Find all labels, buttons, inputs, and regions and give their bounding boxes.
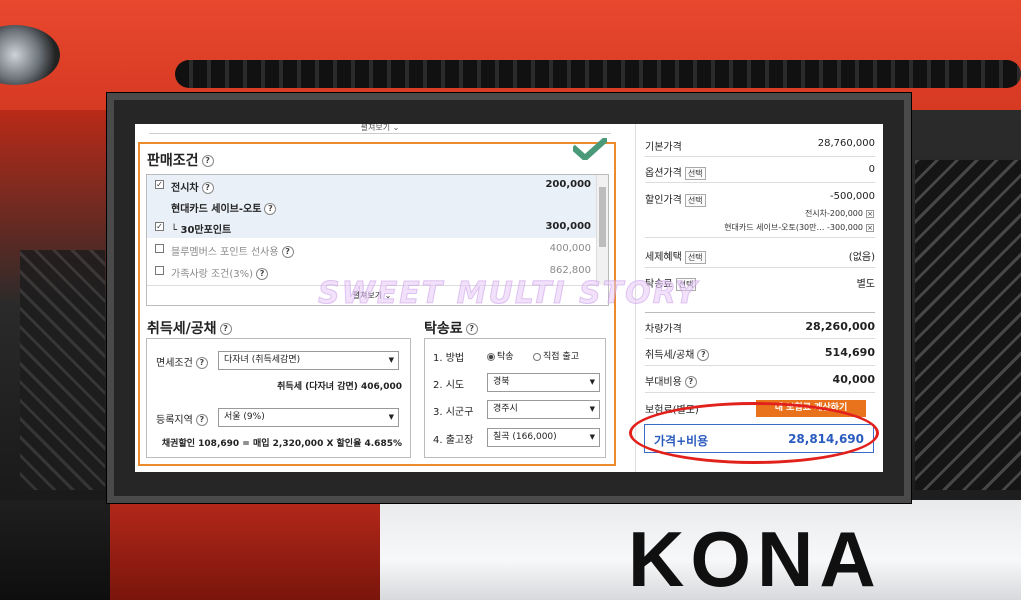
help-icon[interactable]: ? (697, 349, 710, 361)
options-panel: 펼쳐보기 ⌄ 판매조건? ✓ 전시차? 200,000 현대카드 세이브-오토?… (135, 124, 623, 472)
list-item: 현대카드 세이브-오토? (147, 196, 597, 217)
method-radio-2[interactable]: 직접 출고 (533, 349, 579, 362)
plate-text: KONA (628, 515, 882, 600)
method-label: 1. 방법 (433, 353, 465, 364)
help-icon[interactable]: ? (465, 323, 478, 335)
delivery-title: 탁송료? (424, 318, 478, 338)
bond-note: 채권할인 108,690 = 매입 2,320,000 X 할인율 4.685% (161, 439, 402, 449)
city-label: 3. 시군구 (433, 407, 474, 418)
sales-title: 판매조건? (147, 150, 214, 170)
delivery-box: 1. 방법 탁송 직접 출고 2. 시도 경북 ▼ 3. 시군구 경주시 ▼ 4. … (424, 338, 606, 458)
province-label: 2. 시도 (433, 380, 465, 391)
scroll-thumb[interactable] (599, 187, 606, 247)
checkbox[interactable] (155, 244, 164, 253)
help-icon[interactable]: ? (684, 376, 697, 388)
car-price-row: 차량가격 28,260,000 (645, 320, 875, 335)
car-upper-grille (175, 60, 1021, 88)
divider (645, 156, 875, 157)
base-price-row: 기본가격 28,760,000 (645, 138, 875, 153)
acq-tax-row: 취득세/공채? 514,690 (645, 346, 875, 361)
help-icon[interactable]: ? (195, 357, 208, 369)
fold-toggle[interactable]: 펼쳐보기 ⌄ (147, 285, 597, 305)
car-left-grille (20, 250, 105, 490)
divider (645, 182, 875, 183)
region-label: 등록지역? (156, 411, 208, 426)
help-icon[interactable]: ? (201, 155, 214, 167)
chevron-down-icon: ▼ (589, 378, 595, 386)
car-right-grille (915, 160, 1021, 490)
factory-label: 4. 출고장 (433, 435, 474, 446)
checkbox[interactable] (155, 266, 164, 275)
exempt-select[interactable]: 다자녀 (취득세감면) ▼ (218, 351, 399, 370)
exempt-label: 면세조건? (156, 354, 208, 369)
highlight-circle (629, 402, 879, 464)
discount-sub-1: 전시차-200,000 × (804, 209, 874, 218)
divider (645, 312, 875, 313)
chevron-down-icon: ▼ (589, 433, 595, 441)
divider (645, 267, 875, 268)
help-icon[interactable]: ? (195, 414, 208, 426)
help-icon[interactable]: ? (256, 268, 269, 280)
close-icon[interactable]: × (866, 210, 874, 218)
discount-sub-2: 현대카드 세이브-오토(30만… -300,000 × (724, 223, 874, 232)
checkbox[interactable]: ✓ (155, 180, 164, 189)
help-icon[interactable]: ? (219, 323, 232, 335)
close-icon[interactable]: × (866, 224, 874, 232)
tax-box: 면세조건? 다자녀 (취득세감면) ▼ 취득세 (다자녀 감면) 406,000 … (146, 338, 411, 458)
scrollbar[interactable] (596, 175, 608, 285)
tax-benefit-row: 세제혜택 선택 (없음) (645, 250, 875, 264)
fold-toggle-top[interactable]: 펼쳐보기 ⌄ (149, 124, 611, 134)
factory-select[interactable]: 칠곡 (166,000) ▼ (487, 428, 600, 447)
discount-price-row: 할인가격 선택 -500,000 (645, 191, 875, 207)
radio[interactable] (533, 352, 541, 361)
radio-selected[interactable] (487, 352, 495, 361)
city-select[interactable]: 경주시 ▼ (487, 400, 600, 419)
region-select[interactable]: 서울 (9%) ▼ (218, 408, 399, 427)
chevron-down-icon: ▼ (388, 413, 394, 421)
help-icon[interactable]: ? (264, 203, 277, 215)
sales-condition-list: ✓ 전시차? 200,000 현대카드 세이브-오토? ✓ └ 30만포인트 3… (146, 174, 609, 306)
extra-cost-row: 부대비용? 40,000 (645, 373, 875, 388)
divider (645, 338, 875, 339)
select-badge[interactable]: 선택 (684, 250, 706, 264)
car-bumper-lip (110, 500, 400, 600)
help-icon[interactable]: ? (201, 182, 214, 194)
option-price-row: 옵션가격 선택 0 (645, 164, 875, 180)
select-badge[interactable]: 선택 (684, 166, 706, 180)
select-badge[interactable]: 선택 (684, 193, 706, 207)
province-select[interactable]: 경북 ▼ (487, 373, 600, 392)
checkmark-icon (573, 138, 607, 160)
chevron-down-icon: ▼ (388, 356, 394, 364)
list-item[interactable]: 가족사랑 조건(3%)? 862,800 (147, 261, 597, 282)
tax-note: 취득세 (다자녀 감면) 406,000 (277, 382, 402, 392)
list-item[interactable]: ✓ └ 30만포인트 300,000 (147, 217, 597, 238)
method-radio-1[interactable]: 탁송 (487, 349, 514, 362)
tax-title: 취득세/공채? (147, 318, 232, 338)
chevron-down-icon: ▼ (589, 405, 595, 413)
divider (645, 365, 875, 366)
select-badge[interactable]: 선택 (675, 277, 697, 291)
help-icon[interactable]: ? (281, 246, 294, 258)
divider (645, 392, 875, 393)
delivery-row: 탁송료 선택 별도 (645, 277, 875, 291)
list-item[interactable]: ✓ 전시차? 200,000 (147, 175, 597, 196)
checkbox[interactable]: ✓ (155, 222, 164, 231)
list-item[interactable]: 블루멤버스 포인트 선사용? 400,000 (147, 239, 597, 260)
divider (645, 237, 875, 238)
